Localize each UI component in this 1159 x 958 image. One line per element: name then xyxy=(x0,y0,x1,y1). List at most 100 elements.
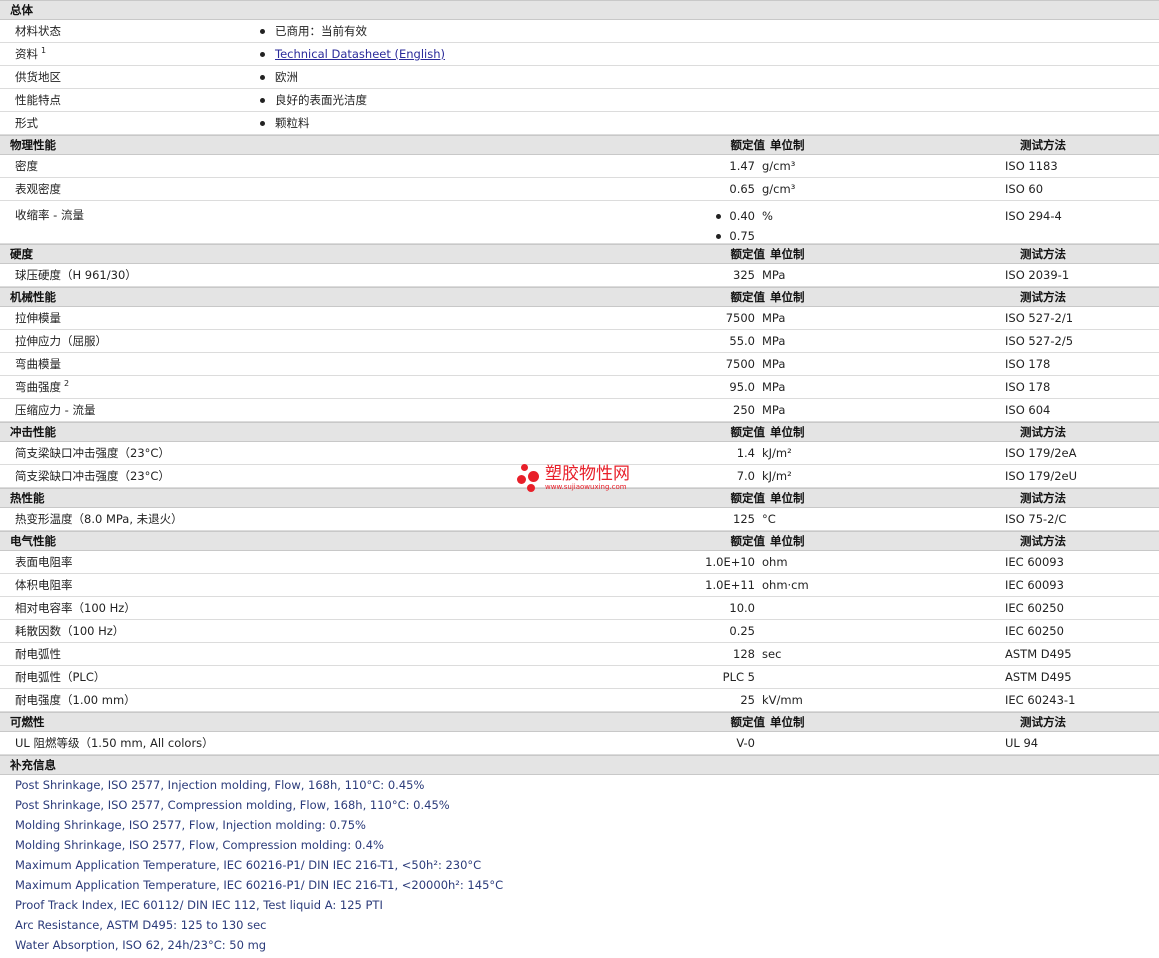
property-label: 耗散因数（100 Hz） xyxy=(0,623,660,639)
column-header-test-method: 测试方法 xyxy=(1020,534,1066,548)
property-value: 250 xyxy=(733,403,755,417)
supplementary-note: Maximum Application Temperature, IEC 602… xyxy=(15,858,482,872)
property-test-method: ASTM D495 xyxy=(1005,647,1072,661)
property-test-method: IEC 60243-1 xyxy=(1005,693,1076,707)
property-value: 1.0E+10 xyxy=(705,555,755,569)
supplementary-note: Maximum Application Temperature, IEC 602… xyxy=(15,878,504,892)
property-label-text: 球压硬度（H 961/30） xyxy=(15,268,137,282)
property-label: 耐电弧性 xyxy=(0,646,660,662)
property-value: 25 xyxy=(740,693,755,707)
property-value: 7500 xyxy=(725,357,755,371)
column-header-test-method: 测试方法 xyxy=(1020,138,1066,152)
property-label-text: 表观密度 xyxy=(15,182,61,196)
section-header: 机械性能 额定值 单位制 测试方法 xyxy=(0,287,1159,307)
property-row: 热变形温度（8.0 MPa, 未退火） 125 °C ISO 75-2/C xyxy=(0,508,1159,531)
property-test-method: ISO 75-2/C xyxy=(1005,512,1067,526)
section-header-general: 总体 xyxy=(0,0,1159,20)
column-header-unit: 单位制 xyxy=(770,425,805,439)
property-row: 拉伸应力（屈服） 55.0 MPa ISO 527-2/5 xyxy=(0,330,1159,353)
logo-dots-icon xyxy=(517,462,543,494)
property-label: 简支梁缺口冲击强度（23°C） xyxy=(0,445,660,461)
section-header-supplementary: 补充信息 xyxy=(0,755,1159,775)
property-label-text: 弯曲强度 xyxy=(15,380,61,394)
property-sections: 物理性能 额定值 单位制 测试方法 密度 1.47 g/cm³ ISO 1183 表观密度 0.6… xyxy=(0,135,1159,755)
property-row: 弯曲模量 7500 MPa ISO 178 xyxy=(0,353,1159,376)
property-value: 1.4 xyxy=(736,446,755,460)
footnote-marker: 2 xyxy=(64,379,70,389)
property-row: 耐电弧性 128 sec ASTM D495 xyxy=(0,643,1159,666)
property-value-text: 颗粒料 xyxy=(275,116,310,130)
general-row: 供货地区 欧洲 xyxy=(0,66,1159,89)
property-label-text: 资料 xyxy=(15,47,38,61)
watermark-logo: 塑胶物性网 www.sujiaowuxing.com xyxy=(517,462,630,494)
property-label-text: 耗散因数（100 Hz） xyxy=(15,624,125,638)
property-label: 相对电容率（100 Hz） xyxy=(0,600,660,616)
property-row: 弯曲强度 2 95.0 MPa ISO 178 xyxy=(0,376,1159,399)
property-label-text: 相对电容率（100 Hz） xyxy=(15,601,136,615)
property-unit: % xyxy=(762,209,773,223)
column-header-value: 额定值 xyxy=(730,425,766,439)
column-header-test-method: 测试方法 xyxy=(1020,491,1066,505)
datasheet-link[interactable]: Technical Datasheet (English) xyxy=(275,47,445,61)
property-label: 耐电弧性（PLC） xyxy=(0,669,660,685)
column-header-unit: 单位制 xyxy=(770,491,805,505)
general-row: 形式 颗粒料 xyxy=(0,112,1159,135)
property-label-text: 拉伸应力（屈服） xyxy=(15,334,107,348)
property-label-text: 性能特点 xyxy=(15,93,61,107)
property-label: 压缩应力 - 流量 xyxy=(0,402,660,418)
property-label: 性能特点 xyxy=(0,92,260,108)
property-label: 材料状态 xyxy=(0,23,260,39)
property-label-text: 耐电弧性（PLC） xyxy=(15,670,106,684)
property-label: UL 阻燃等级（1.50 mm, All colors） xyxy=(0,735,660,751)
property-test-method: UL 94 xyxy=(1005,736,1039,750)
bullet-icon xyxy=(260,74,265,80)
property-test-method: ISO 527-2/1 xyxy=(1005,311,1074,325)
property-label: 热变形温度（8.0 MPa, 未退火） xyxy=(0,511,660,527)
property-label-text: UL 阻燃等级（1.50 mm, All colors） xyxy=(15,736,214,750)
supplementary-notes: Post Shrinkage, ISO 2577, Injection mold… xyxy=(0,775,1159,955)
property-value: 1.47 xyxy=(729,159,755,173)
property-unit: g/cm³ xyxy=(762,182,796,196)
property-value: 7.0 xyxy=(736,469,755,483)
property-label-text: 热变形温度（8.0 MPa, 未退火） xyxy=(15,512,183,526)
property-label: 表面电阻率 xyxy=(0,554,660,570)
section-title: 物理性能 xyxy=(10,138,56,152)
property-label-text: 压缩应力 - 流量 xyxy=(15,403,96,417)
general-row: 材料状态 已商用：当前有效 xyxy=(0,20,1159,43)
bullet-icon xyxy=(260,51,265,57)
bullet-icon xyxy=(716,213,722,219)
property-unit: kV/mm xyxy=(762,693,803,707)
property-label-text: 收缩率 - 流量 xyxy=(15,208,84,222)
property-label: 形式 xyxy=(0,115,260,131)
property-value-item: 0.40 xyxy=(660,206,755,226)
property-value: 128 xyxy=(733,647,755,661)
property-unit: MPa xyxy=(762,268,786,282)
property-test-method: IEC 60250 xyxy=(1005,601,1064,615)
section-header: 硬度 额定值 单位制 测试方法 xyxy=(0,244,1159,264)
section-header: 电气性能 额定值 单位制 测试方法 xyxy=(0,531,1159,551)
property-row: 拉伸模量 7500 MPa ISO 527-2/1 xyxy=(0,307,1159,330)
property-label-text: 材料状态 xyxy=(15,24,61,38)
property-label-text: 弯曲模量 xyxy=(15,357,61,371)
bullet-icon xyxy=(716,233,722,239)
general-rows: 材料状态 已商用：当前有效 资料 1 Technical Datasheet (Engl… xyxy=(0,20,1159,135)
property-value: 55.0 xyxy=(729,334,755,348)
property-label: 密度 xyxy=(0,158,660,174)
property-value: Technical Datasheet (English) xyxy=(260,47,445,61)
property-row: 体积电阻率 1.0E+11 ohm·cm IEC 60093 xyxy=(0,574,1159,597)
property-unit: MPa xyxy=(762,311,786,325)
property-label: 收缩率 - 流量 xyxy=(0,206,660,223)
property-test-method: IEC 60093 xyxy=(1005,578,1064,592)
property-row: 压缩应力 - 流量 250 MPa ISO 604 xyxy=(0,399,1159,422)
property-unit: g/cm³ xyxy=(762,159,796,173)
property-test-method: ISO 178 xyxy=(1005,357,1051,371)
section-title: 机械性能 xyxy=(10,290,56,304)
property-row: 表观密度 0.65 g/cm³ ISO 60 xyxy=(0,178,1159,201)
property-value: 10.0 xyxy=(729,601,755,615)
property-unit: °C xyxy=(762,512,776,526)
property-unit: MPa xyxy=(762,403,786,417)
property-label: 供货地区 xyxy=(0,69,260,85)
property-label-text: 耐电强度（1.00 mm） xyxy=(15,693,136,707)
column-header-test-method: 测试方法 xyxy=(1020,425,1066,439)
property-test-method: ISO 2039-1 xyxy=(1005,268,1070,282)
